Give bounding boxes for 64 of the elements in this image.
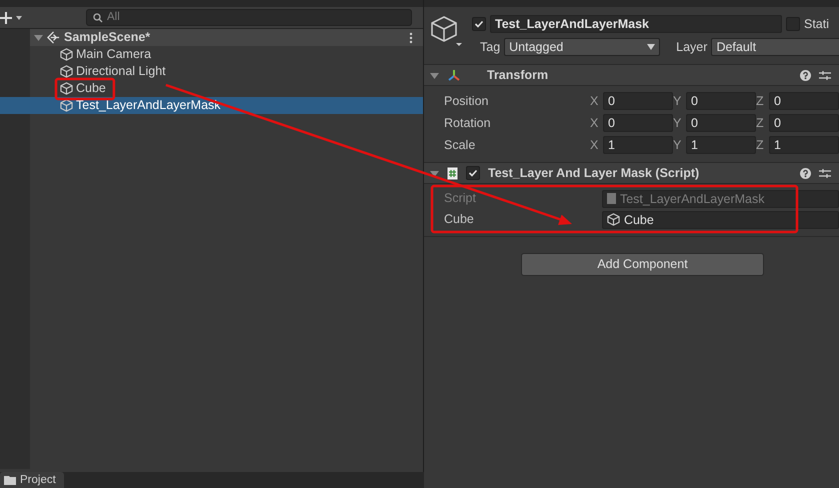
settings-icon xyxy=(819,70,831,80)
highlight-frame xyxy=(54,78,116,100)
number-field[interactable]: 0 xyxy=(603,114,673,132)
number-field[interactable]: 0 xyxy=(769,92,839,110)
component-title[interactable]: Transform xyxy=(487,66,548,84)
number-field[interactable]: 0 xyxy=(769,114,839,132)
number-field[interactable]: 1 xyxy=(686,136,756,154)
cube-icon xyxy=(606,213,620,226)
layer-dropdown[interactable]: Default xyxy=(711,38,839,56)
hierarchy-item[interactable]: Cube xyxy=(30,80,423,97)
cube-icon xyxy=(430,15,462,47)
axis-label: Z xyxy=(756,92,765,110)
field-label: Scale xyxy=(444,136,476,154)
help-icon xyxy=(800,70,811,80)
axis-label: X xyxy=(590,92,600,110)
object-field: Test_LayerAndLayerMask xyxy=(602,190,839,208)
add-component-button[interactable]: Add Component xyxy=(521,253,764,276)
active-checkbox[interactable] xyxy=(472,17,486,32)
help-icon xyxy=(800,168,811,178)
number-field[interactable]: 0 xyxy=(686,92,756,110)
folder-icon xyxy=(4,475,16,485)
more-icon xyxy=(409,32,413,44)
field-label: Cube xyxy=(444,211,475,228)
script-icon xyxy=(606,193,616,204)
tag-label: Tag xyxy=(480,38,500,56)
number-field[interactable]: 0 xyxy=(603,92,673,110)
static-checkbox[interactable] xyxy=(786,17,800,32)
cube-icon xyxy=(60,99,73,112)
scene-icon xyxy=(47,31,60,44)
number-field[interactable]: 1 xyxy=(769,136,839,154)
add-icon xyxy=(0,12,24,24)
axis-label: Z xyxy=(756,114,765,132)
checkmark-icon xyxy=(468,168,478,178)
axis-label: Y xyxy=(673,92,682,110)
field-label: Script xyxy=(444,190,477,208)
axis-label: X xyxy=(590,136,600,154)
search-icon xyxy=(93,12,103,22)
axis-label: Z xyxy=(756,136,765,154)
number-field[interactable]: 1 xyxy=(603,136,673,154)
name-field[interactable]: Test_LayerAndLayerMask xyxy=(490,15,782,34)
field-label: Rotation xyxy=(444,114,492,132)
cube-icon xyxy=(60,65,73,78)
hierarchy-item[interactable]: Main Camera xyxy=(30,46,423,63)
settings-icon xyxy=(819,168,831,178)
tag-dropdown[interactable]: Untagged xyxy=(504,38,660,56)
hierarchy-item[interactable]: Directional Light xyxy=(30,63,423,80)
checkmark-icon xyxy=(474,19,484,30)
cube-icon xyxy=(60,82,73,95)
caret-icon xyxy=(647,44,656,50)
static-label: Stati xyxy=(804,16,830,33)
axis-label: Y xyxy=(673,114,682,132)
script-icon xyxy=(447,166,458,180)
object-field[interactable]: Cube xyxy=(602,210,839,228)
scene-header[interactable]: SampleScene* xyxy=(30,29,423,46)
axis-label: Y xyxy=(673,136,682,154)
field-label: Position xyxy=(444,92,490,110)
axis-icon xyxy=(447,68,461,82)
layer-label: Layer xyxy=(676,38,708,56)
number-field[interactable]: 0 xyxy=(686,114,756,132)
project-tab[interactable]: Project xyxy=(0,472,64,488)
axis-label: X xyxy=(590,114,600,132)
cube-icon xyxy=(60,48,73,61)
enabled-checkbox[interactable] xyxy=(466,166,480,180)
hierarchy-item[interactable]: Test_LayerAndLayerMask xyxy=(0,97,423,114)
